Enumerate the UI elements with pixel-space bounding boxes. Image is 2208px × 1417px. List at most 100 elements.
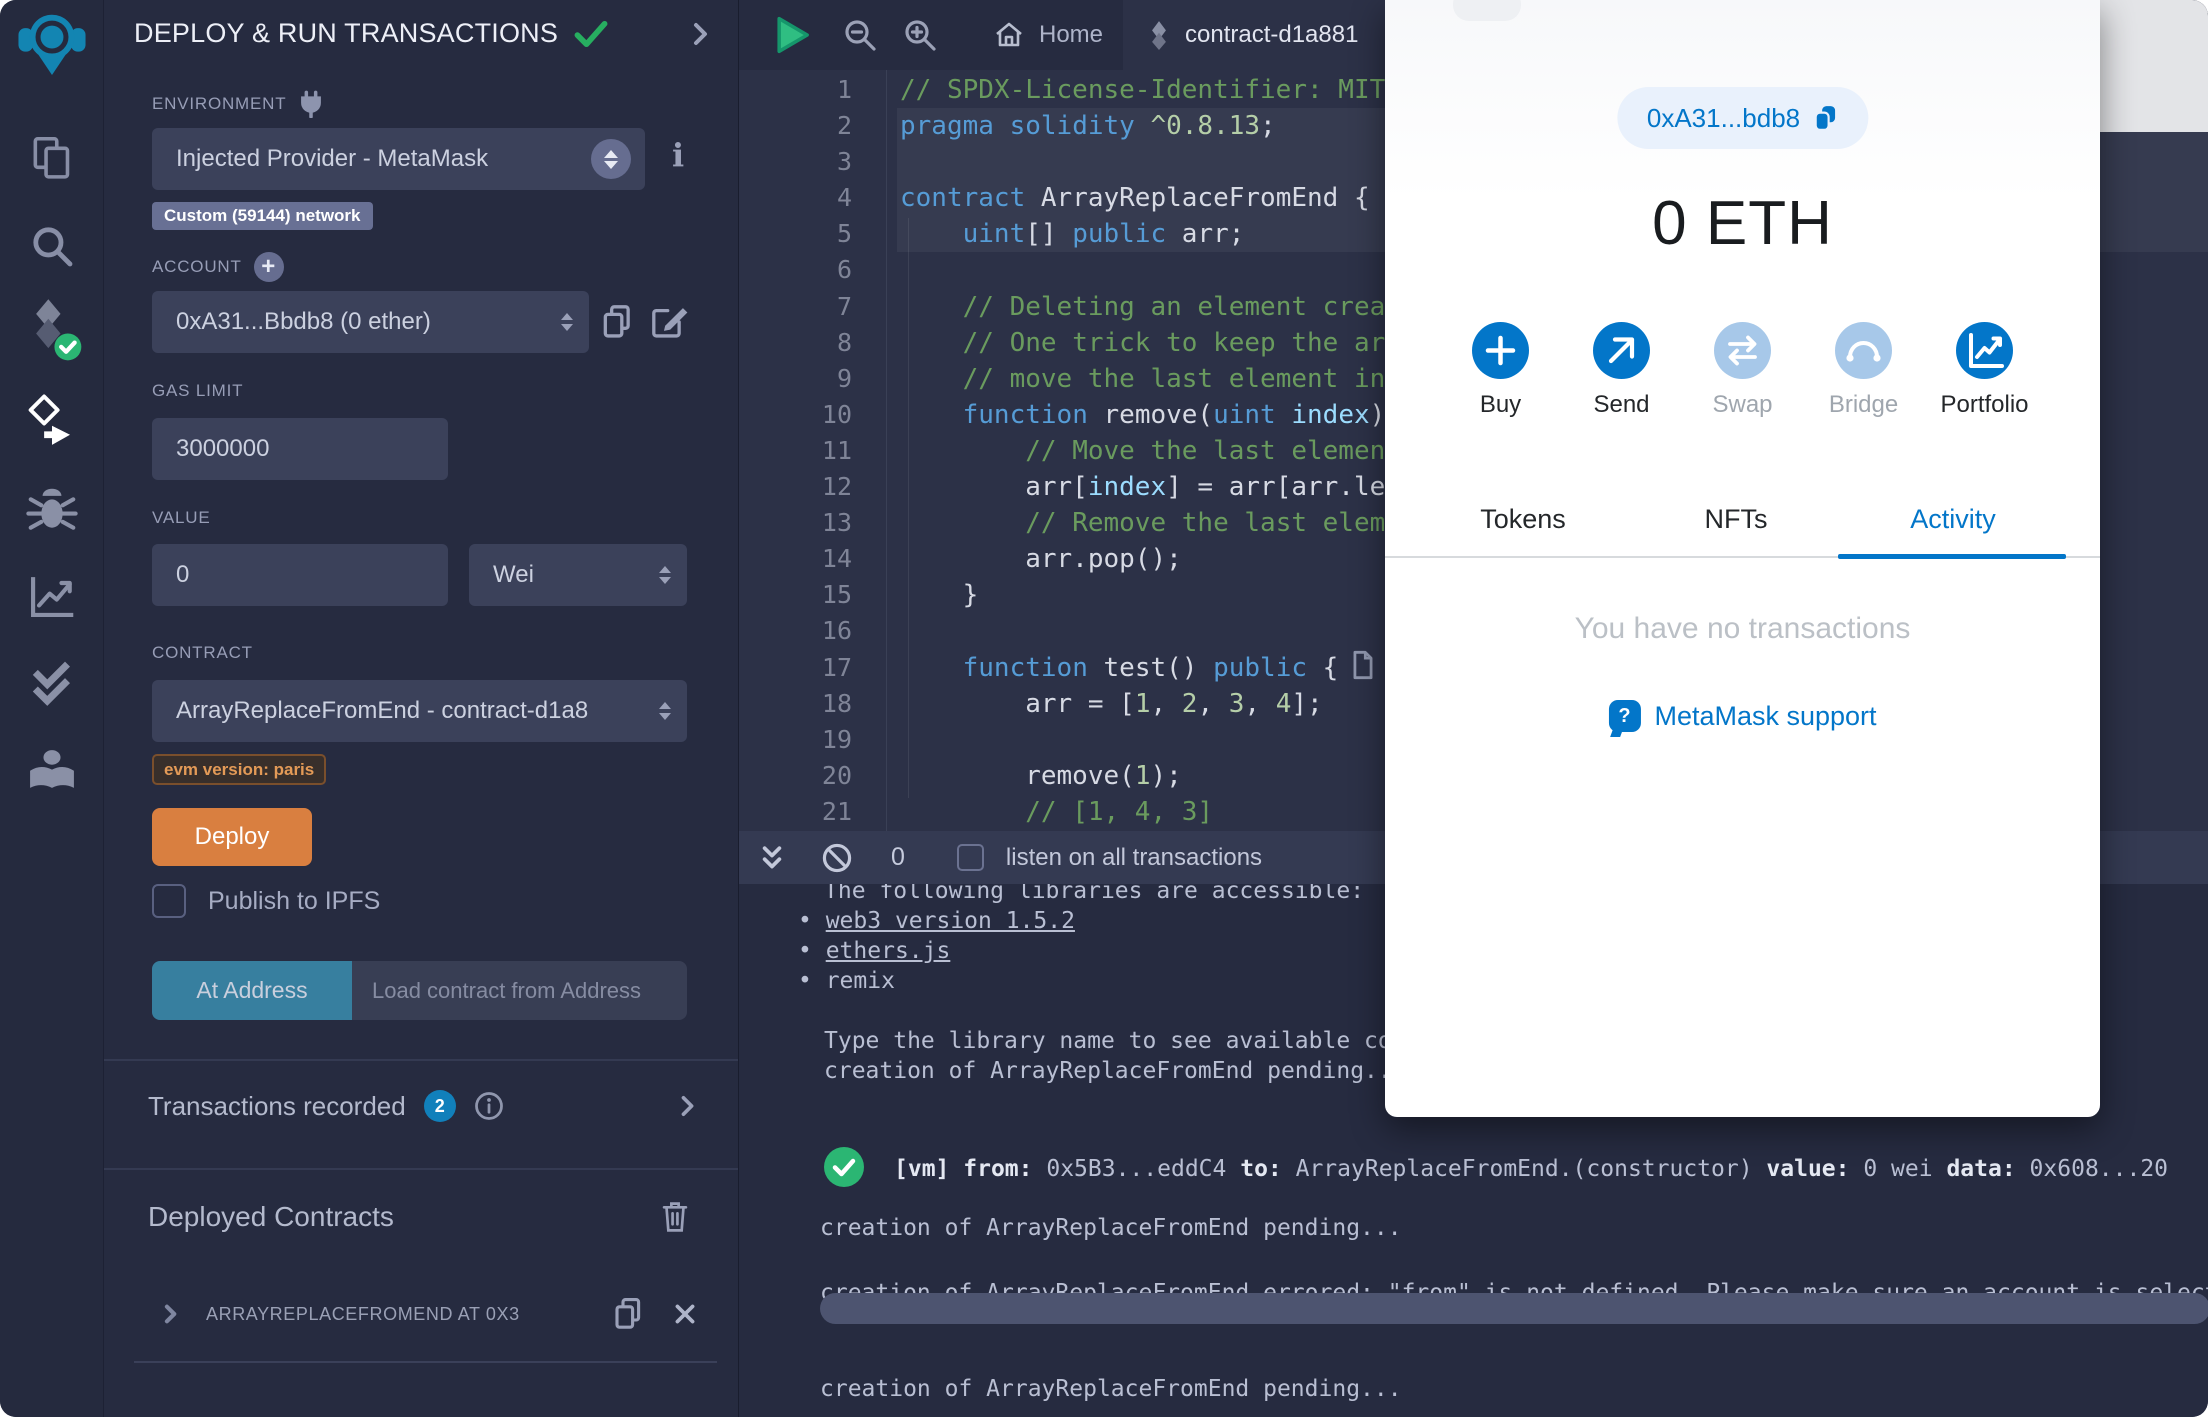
statistics-icon[interactable] [0,570,104,622]
line-number[interactable]: 4 [739,180,886,216]
copy-account-icon[interactable] [600,303,636,341]
clear-deployed-trash-icon[interactable] [660,1200,690,1234]
file-explorer-icon[interactable] [0,134,104,184]
metamask-account-address-pill[interactable]: 0xA31...bdb8 [1616,87,1869,149]
publish-ipfs-label: Publish to IPFS [208,886,381,915]
action-label: Swap [1712,391,1773,418]
deploy-run-icon[interactable] [0,392,104,446]
contract-label: CONTRACT [152,643,253,662]
line-number[interactable]: 19 [739,722,886,758]
divider [104,1168,738,1170]
browser-popup-anchor-area [2100,0,2208,132]
divider [104,1059,738,1061]
collapse-terminal-icon[interactable] [757,842,787,874]
swap-icon [1714,322,1771,379]
learneth-icon[interactable] [0,744,104,800]
expand-contract-icon[interactable] [162,1303,180,1325]
at-address-button[interactable]: At Address [152,961,352,1020]
deployed-contract-label: ARRAYREPLACEFROMEND AT 0X3 [206,1303,520,1324]
transactions-expand-icon[interactable] [678,1094,698,1118]
account-select-caret-icon [561,313,573,331]
line-number[interactable]: 8 [739,325,886,361]
run-script-icon[interactable] [1350,650,1376,680]
line-number[interactable]: 14 [739,541,886,577]
account-select[interactable]: 0xA31...Bbdb8 (0 ether) [152,291,589,353]
unit-testing-icon[interactable] [0,656,104,708]
terminal-horizontal-scrollbar[interactable] [820,1293,2208,1324]
icon-sidebar [0,0,104,1417]
line-number[interactable]: 13 [739,505,886,541]
line-number[interactable]: 21 [739,794,886,830]
action-label: Send [1593,391,1650,418]
debugger-icon[interactable] [0,484,104,536]
unit-select-caret-icon [659,566,671,584]
value-input[interactable]: 0 [152,544,448,606]
copy-contract-address-icon[interactable] [612,1296,646,1332]
edit-account-icon[interactable] [650,303,688,341]
environment-info-icon[interactable]: i [672,136,684,174]
zoom-in-icon[interactable] [895,0,945,70]
bridge-button[interactable]: Bridge [1829,322,1898,419]
action-label: Portfolio [1940,391,2029,418]
zoom-out-icon[interactable] [835,0,885,70]
remove-contract-icon[interactable] [672,1301,698,1327]
gas-limit-label: GAS LIMIT [152,381,244,400]
portfolio-button[interactable]: Portfolio [1940,322,2029,419]
network-badge: Custom (59144) network [152,202,373,230]
tab-tokens[interactable]: Tokens [1480,504,1566,535]
publish-ipfs-checkbox[interactable] [152,884,186,918]
line-number[interactable]: 2 [739,108,886,144]
metamask-header-pill [1453,0,1521,21]
line-number[interactable]: 1 [739,72,886,108]
environment-sort-icon[interactable] [591,139,631,179]
terminal-pending-line: creation of ArrayReplaceFromEnd pending.… [820,1215,1402,1241]
run-play-icon[interactable] [763,0,821,70]
listen-transactions-checkbox[interactable] [956,844,984,871]
value-unit-select[interactable]: Wei [469,544,687,606]
line-number[interactable]: 11 [739,433,886,469]
tab-nfts[interactable]: NFTs [1705,504,1768,535]
metamask-support-link[interactable]: ? MetaMask support [1608,700,1877,732]
line-number[interactable]: 6 [739,252,886,288]
line-number[interactable]: 18 [739,686,886,722]
at-address-input[interactable] [352,961,687,1020]
environment-select[interactable]: Injected Provider - MetaMask [152,128,645,190]
deploy-button[interactable]: Deploy [152,808,312,866]
terminal-vm-line[interactable]: [vm] from: 0x5B3...eddC4 to: ArrayReplac… [894,1156,2182,1182]
gas-limit-input[interactable]: 3000000 [152,418,448,480]
copy-address-icon[interactable] [1812,104,1838,132]
add-account-icon[interactable]: + [253,252,284,282]
metamask-popup: 0xA31...bdb8 0 ETH Buy Send Swap Bridge Port… [1385,0,2100,1117]
send-button[interactable]: Send [1593,322,1650,419]
swap-button[interactable]: Swap [1712,322,1773,419]
deployed-contract-row[interactable]: ARRAYREPLACEFROMEND AT 0X3 [162,1296,698,1332]
gutter: 1 2 3 4 5 6 7 8 9 10 11 12 13 14 15 16 17 18 19 20 21 [739,70,887,831]
line-number[interactable]: 9 [739,361,886,397]
buy-button[interactable]: Buy [1472,322,1529,419]
line-number[interactable]: 20 [739,758,886,794]
contract-select[interactable]: ArrayReplaceFromEnd - contract-d1a8 [152,680,687,742]
tab-home[interactable]: Home [969,0,1127,70]
tab-contract-file[interactable]: contract-d1a881 [1123,0,1413,70]
line-number[interactable]: 7 [739,289,886,325]
solidity-compiler-icon[interactable] [0,298,104,364]
search-icon[interactable] [0,222,104,270]
line-number[interactable]: 5 [739,216,886,252]
line-number[interactable]: 16 [739,613,886,649]
line-number[interactable]: 3 [739,144,886,180]
tab-activity[interactable]: Activity [1910,504,1996,535]
deploy-run-panel: DEPLOY & RUN TRANSACTIONS ENVIRONMENT In… [104,0,739,1417]
transactions-info-icon[interactable] [474,1091,504,1121]
remix-logo[interactable] [0,8,104,84]
line-number[interactable]: 12 [739,469,886,505]
no-transactions-text: You have no transactions [1574,612,1911,645]
evm-version-badge: evm version: paris [152,754,327,785]
solidity-file-icon [1147,20,1171,50]
line-number[interactable]: 15 [739,577,886,613]
line-number[interactable]: 17 [739,650,886,686]
portfolio-icon [1956,322,2013,379]
home-icon [993,19,1025,51]
clear-terminal-icon[interactable] [821,842,853,874]
collapse-panel-icon[interactable] [690,21,712,47]
line-number[interactable]: 10 [739,397,886,433]
